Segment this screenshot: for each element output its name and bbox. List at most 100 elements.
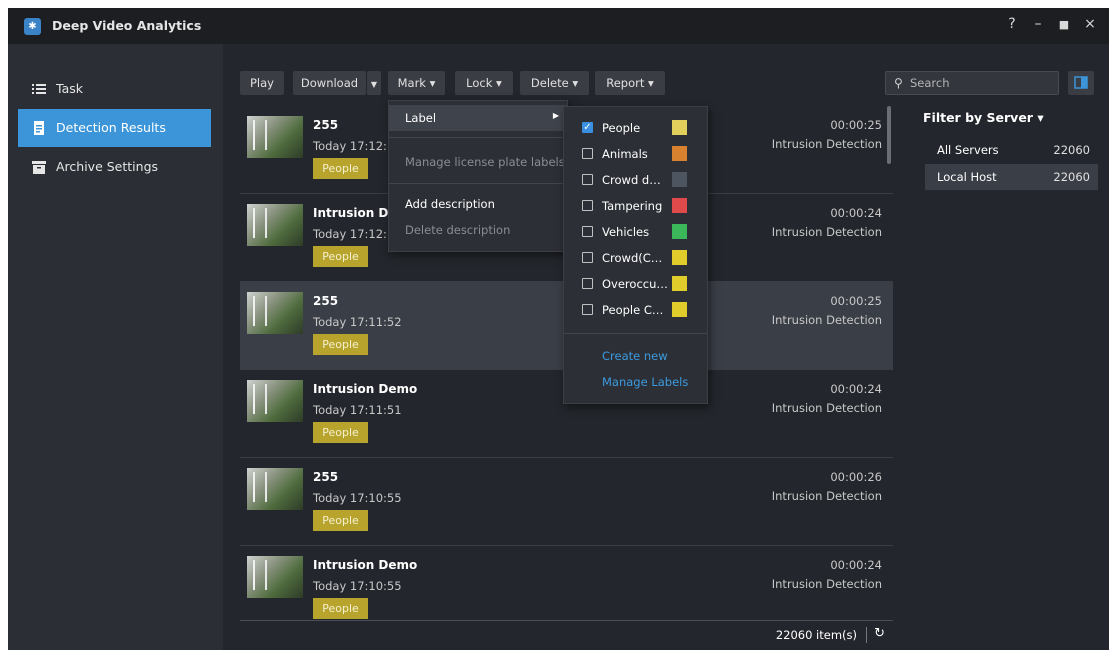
- server-name: All Servers: [937, 143, 999, 157]
- app-logo-icon: ✱: [24, 18, 41, 35]
- sidebar-item-label: Detection Results: [56, 120, 166, 135]
- app-window: ✱ Deep Video Analytics ? – ■ × Task Dete…: [8, 8, 1109, 650]
- search-input[interactable]: ⚲ Search: [885, 71, 1059, 95]
- maximize-icon[interactable]: ■: [1054, 18, 1074, 31]
- label-badge: People: [313, 334, 368, 355]
- color-swatch: [672, 172, 687, 187]
- menu-item-manage-plate-labels: Manage license plate labels: [389, 149, 567, 175]
- delete-button[interactable]: Delete ▾: [520, 71, 589, 95]
- result-time: Today 17:12:…: [313, 227, 399, 241]
- label-name: People: [602, 121, 641, 135]
- minimize-icon[interactable]: –: [1028, 16, 1048, 32]
- menu-item-text: Add description: [405, 197, 495, 211]
- sidebar-item-label: Task: [56, 81, 83, 96]
- result-time: Today 17:11:51: [313, 403, 402, 417]
- label-option-animals[interactable]: Animals: [564, 141, 707, 167]
- play-button[interactable]: Play: [240, 71, 284, 95]
- document-icon: [34, 121, 44, 135]
- report-button[interactable]: Report ▾: [595, 71, 665, 95]
- video-thumbnail: [247, 468, 303, 510]
- label-submenu: ✓ People Animals Crowd d… Tampering Vehi…: [563, 106, 708, 404]
- label-name: Vehicles: [602, 225, 650, 239]
- result-event: Intrusion Detection: [771, 489, 882, 503]
- menu-item-text: Delete description: [405, 223, 511, 237]
- color-swatch: [672, 224, 687, 239]
- checkbox[interactable]: [582, 174, 593, 185]
- server-item-local-host[interactable]: Local Host 22060: [925, 164, 1098, 190]
- sidebar: Task Detection Results Archive Settings: [8, 44, 223, 650]
- app-title: Deep Video Analytics: [52, 18, 202, 33]
- list-item[interactable]: Intrusion Demo Today 17:10:55 People 00:…: [240, 546, 893, 620]
- menu-divider: [389, 183, 567, 184]
- sidebar-item-label: Archive Settings: [56, 159, 159, 174]
- checkbox[interactable]: [582, 148, 593, 159]
- server-item-all[interactable]: All Servers 22060: [925, 137, 1098, 163]
- manage-labels-link[interactable]: Manage Labels: [602, 375, 688, 389]
- result-duration: 00:00:25: [830, 294, 882, 308]
- checkbox[interactable]: [582, 278, 593, 289]
- chevron-down-icon: ▼: [370, 80, 378, 89]
- checkbox[interactable]: [582, 252, 593, 263]
- mark-button[interactable]: Mark ▾: [388, 71, 445, 95]
- result-duration: 00:00:24: [830, 382, 882, 396]
- label-option-crowd-counting[interactable]: Crowd(C…: [564, 245, 707, 271]
- result-duration: 00:00:24: [830, 206, 882, 220]
- sidebar-item-detection-results[interactable]: Detection Results: [18, 109, 211, 147]
- mark-menu: Label ▶ Manage license plate labels Add …: [388, 100, 568, 252]
- sidebar-item-task[interactable]: Task: [18, 70, 211, 108]
- create-new-label-link[interactable]: Create new: [602, 349, 668, 363]
- label-option-people[interactable]: ✓ People: [564, 115, 707, 141]
- result-title: 255: [313, 470, 339, 484]
- item-count: 22060 item(s): [775, 628, 857, 642]
- title-bar: ✱ Deep Video Analytics ? – ■ ×: [8, 8, 1109, 44]
- video-thumbnail: [247, 380, 303, 422]
- panel-toggle-icon: [1074, 76, 1088, 89]
- color-swatch: [672, 276, 687, 291]
- menu-item-add-description[interactable]: Add description: [389, 191, 567, 217]
- refresh-icon[interactable]: ↻: [874, 626, 885, 641]
- label-badge: People: [313, 510, 368, 531]
- color-swatch: [672, 250, 687, 265]
- search-placeholder: Search: [910, 76, 950, 90]
- status-divider: [866, 627, 867, 643]
- checkbox[interactable]: [582, 304, 593, 315]
- result-title: Intrusion Demo: [313, 558, 418, 572]
- status-bar: 22060 item(s) ↻: [240, 620, 893, 648]
- color-swatch: [672, 302, 687, 317]
- label-badge: People: [313, 246, 368, 267]
- video-thumbnail: [247, 116, 303, 158]
- help-icon[interactable]: ?: [1002, 16, 1022, 32]
- sidebar-item-archive-settings[interactable]: Archive Settings: [18, 148, 211, 186]
- checkbox[interactable]: [582, 200, 593, 211]
- result-event: Intrusion Detection: [771, 137, 882, 151]
- color-swatch: [672, 198, 687, 213]
- filter-by-server-dropdown[interactable]: Filter by Server ▾: [923, 110, 1044, 125]
- label-option-people-counting[interactable]: People C…: [564, 297, 707, 323]
- server-name: Local Host: [937, 170, 997, 184]
- label-badge: People: [313, 598, 368, 619]
- result-event: Intrusion Detection: [771, 225, 882, 239]
- checkbox[interactable]: [582, 226, 593, 237]
- label-name: Animals: [602, 147, 648, 161]
- toggle-panel-button[interactable]: [1068, 71, 1094, 95]
- menu-divider: [564, 333, 707, 334]
- label-name: Crowd d…: [602, 173, 661, 187]
- result-title: 255: [313, 294, 339, 308]
- checkbox-checked[interactable]: ✓: [582, 122, 593, 133]
- list-item[interactable]: 255 Today 17:10:55 People 00:00:26 Intru…: [240, 458, 893, 546]
- download-button[interactable]: Download: [293, 71, 366, 95]
- close-icon[interactable]: ×: [1080, 16, 1100, 32]
- menu-item-label[interactable]: Label ▶: [389, 105, 567, 131]
- color-swatch: [672, 146, 687, 161]
- label-option-crowd-density[interactable]: Crowd d…: [564, 167, 707, 193]
- label-option-tampering[interactable]: Tampering: [564, 193, 707, 219]
- result-event: Intrusion Detection: [771, 313, 882, 327]
- menu-divider: [389, 137, 567, 138]
- search-icon: ⚲: [894, 76, 903, 90]
- lock-button[interactable]: Lock ▾: [455, 71, 513, 95]
- list-scrollbar[interactable]: [887, 106, 891, 164]
- video-thumbnail: [247, 556, 303, 598]
- label-option-vehicles[interactable]: Vehicles: [564, 219, 707, 245]
- download-dropdown-button[interactable]: ▼: [367, 71, 381, 95]
- label-option-overoccupancy[interactable]: Overoccu…: [564, 271, 707, 297]
